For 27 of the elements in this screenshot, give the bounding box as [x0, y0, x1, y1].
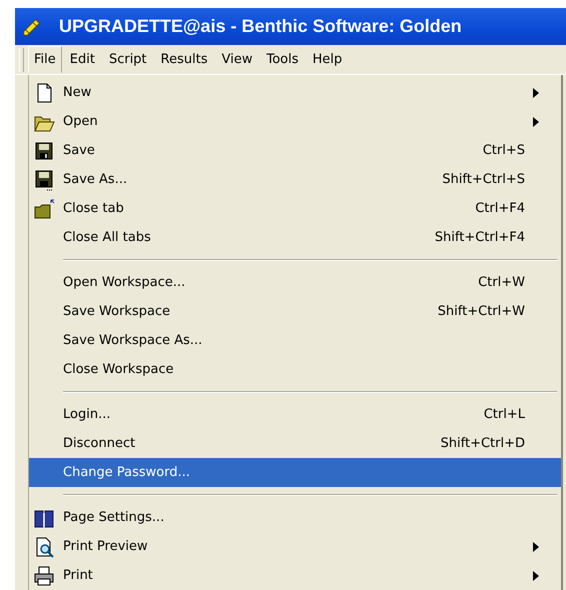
menu-item[interactable]: File — [28, 46, 62, 73]
menu-item[interactable]: Disconnect Shift+Ctrl+D — [29, 429, 561, 458]
menu-item[interactable]: Save Ctrl+S — [29, 136, 561, 165]
menu-item[interactable]: Login... Ctrl+L — [29, 400, 561, 429]
printer-icon — [33, 564, 55, 586]
menu-item[interactable]: Edit — [64, 46, 101, 73]
menu-item[interactable]: Open Workspace... Ctrl+W — [29, 268, 561, 297]
menu-item[interactable]: Change Password... — [29, 458, 561, 487]
menu-item[interactable]: Close Workspace — [29, 355, 561, 384]
menu-item[interactable]: View — [216, 46, 258, 73]
menu-item[interactable]: Results — [154, 46, 214, 73]
menu-item[interactable]: Save Workspace As... — [29, 326, 561, 355]
floppy-disk-icon — [33, 168, 55, 190]
menu-item[interactable]: Page Settings... — [29, 503, 561, 532]
menu-item[interactable]: Script — [102, 46, 153, 73]
menu-item[interactable]: New — [29, 78, 561, 107]
menu-item[interactable]: Close tab Ctrl+F4 — [29, 194, 561, 223]
menu-item[interactable]: Print — [29, 561, 561, 590]
window-title: UPGRADETTE@ais - Benthic Software: Golden — [59, 16, 462, 37]
menu-item[interactable]: Save Workspace Shift+Ctrl+W — [29, 297, 561, 326]
folder-icon — [33, 198, 55, 220]
menu-item[interactable]: Save As... Shift+Ctrl+S — [29, 165, 561, 194]
menu-item[interactable]: Print Preview — [29, 532, 561, 561]
menu-item[interactable]: Tools — [260, 46, 305, 73]
menu-item[interactable]: Close All tabs Shift+Ctrl+F4 — [29, 223, 561, 252]
menu-item[interactable]: Open — [29, 107, 561, 136]
menu-item[interactable]: Help — [306, 46, 348, 73]
